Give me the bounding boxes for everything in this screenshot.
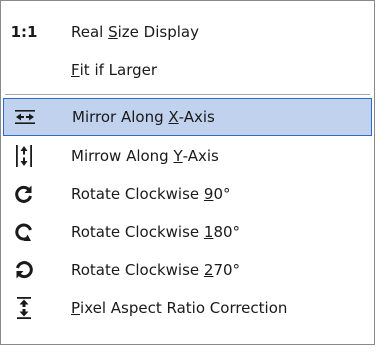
rotate-270-icon (11, 251, 37, 289)
menu-item-mirrow-along-y-axis[interactable]: Mirrow Along Y -Axis (3, 137, 372, 175)
menu-item-pixel-aspect-ratio-correction[interactable]: Pixel Aspect Ratio Correction (3, 289, 372, 327)
menu-item-label: Real Size Display (71, 23, 199, 41)
mirror-horizontal-icon (12, 99, 38, 135)
rotate-180-icon (11, 213, 37, 251)
menu-item-label: Mirror Along X -Axis (72, 108, 215, 126)
aspect-ratio-icon (11, 289, 37, 327)
rotate-90-icon (11, 175, 37, 213)
menu-item-label: Rotate Clockwise 9 0° (71, 185, 231, 203)
context-menu: 1:1 Real Size Display Fit if Larger Mirr… (0, 0, 375, 345)
menu-item-rotate-clockwise-270[interactable]: Rotate Clockwise 2 70° (3, 251, 372, 289)
menu-item-mirror-along-x-axis[interactable]: Mirror Along X -Axis (3, 98, 372, 136)
menu-item-fit-if-larger[interactable]: Fit if Larger (3, 51, 372, 89)
mirror-vertical-icon (11, 137, 37, 175)
menu-separator (5, 94, 370, 95)
menu-item-label: Rotate Clockwise 1 80° (71, 223, 241, 241)
menu-item-rotate-clockwise-180[interactable]: Rotate Clockwise 1 80° (3, 213, 372, 251)
menu-item-label: Fit if Larger (71, 61, 158, 79)
menu-item-label: Pixel Aspect Ratio Correction (71, 299, 288, 317)
menu-item-label: Mirrow Along Y -Axis (71, 147, 219, 165)
menu-item-label: Rotate Clockwise 2 70° (71, 261, 241, 279)
menu-item-real-size-display[interactable]: 1:1 Real Size Display (3, 13, 372, 51)
menu-item-rotate-clockwise-90[interactable]: Rotate Clockwise 9 0° (3, 175, 372, 213)
actual-size-icon: 1:1 (10, 23, 38, 41)
